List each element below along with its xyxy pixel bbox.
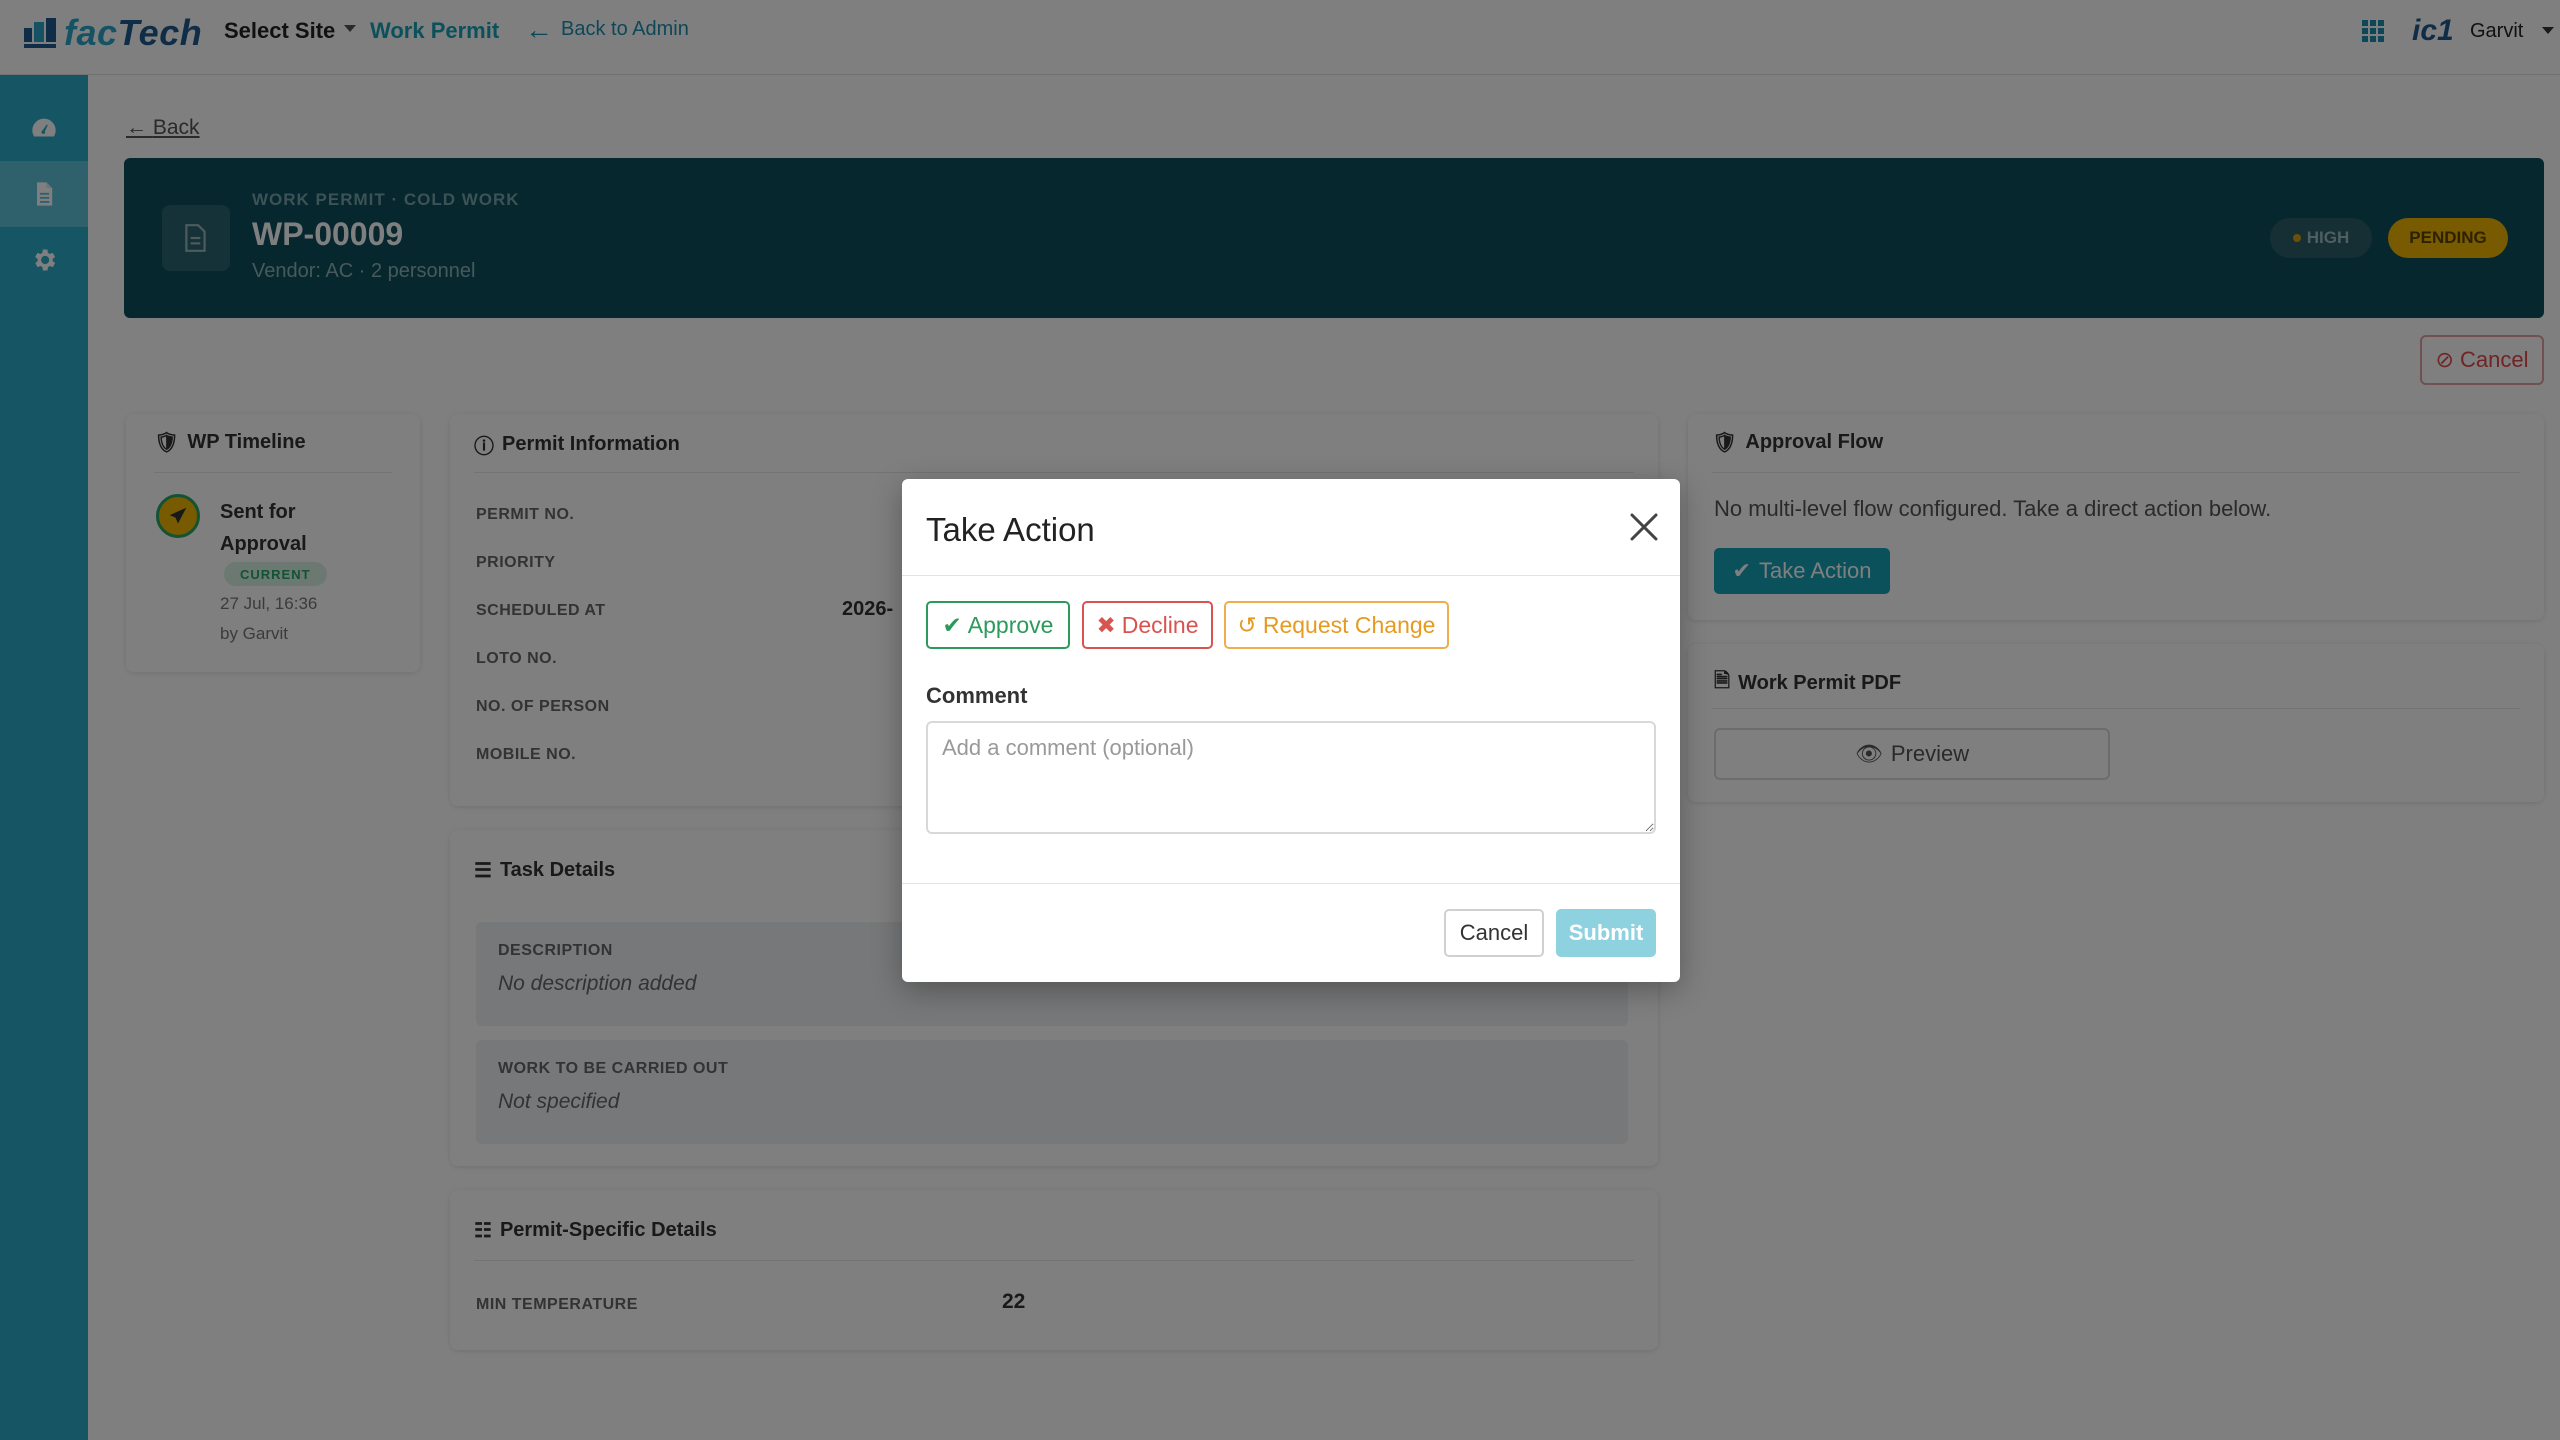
request-change-button[interactable]: ↺ Request Change [1224, 601, 1449, 649]
undo-icon: ↺ [1237, 611, 1257, 638]
comment-textarea[interactable] [926, 721, 1656, 834]
check-icon: ✔ [942, 611, 962, 638]
modal-submit-button[interactable]: Submit [1556, 909, 1656, 957]
decline-label: Decline [1121, 611, 1199, 638]
modal-title: Take Action [926, 511, 1095, 548]
x-icon: ✖ [1096, 611, 1116, 638]
comment-label: Comment [926, 683, 1028, 708]
approve-button[interactable]: ✔ Approve [926, 601, 1070, 649]
request-change-label: Request Change [1262, 611, 1436, 638]
modal-header-divider [902, 575, 1680, 576]
close-icon[interactable] [1626, 509, 1662, 545]
modal-cancel-button[interactable]: Cancel [1444, 909, 1544, 957]
approve-label: Approve [967, 611, 1054, 638]
modal-footer-divider [902, 883, 1680, 884]
decline-button[interactable]: ✖ Decline [1082, 601, 1213, 649]
take-action-modal: Take Action ✔ Approve ✖ Decline ↺ Reques… [902, 479, 1680, 982]
